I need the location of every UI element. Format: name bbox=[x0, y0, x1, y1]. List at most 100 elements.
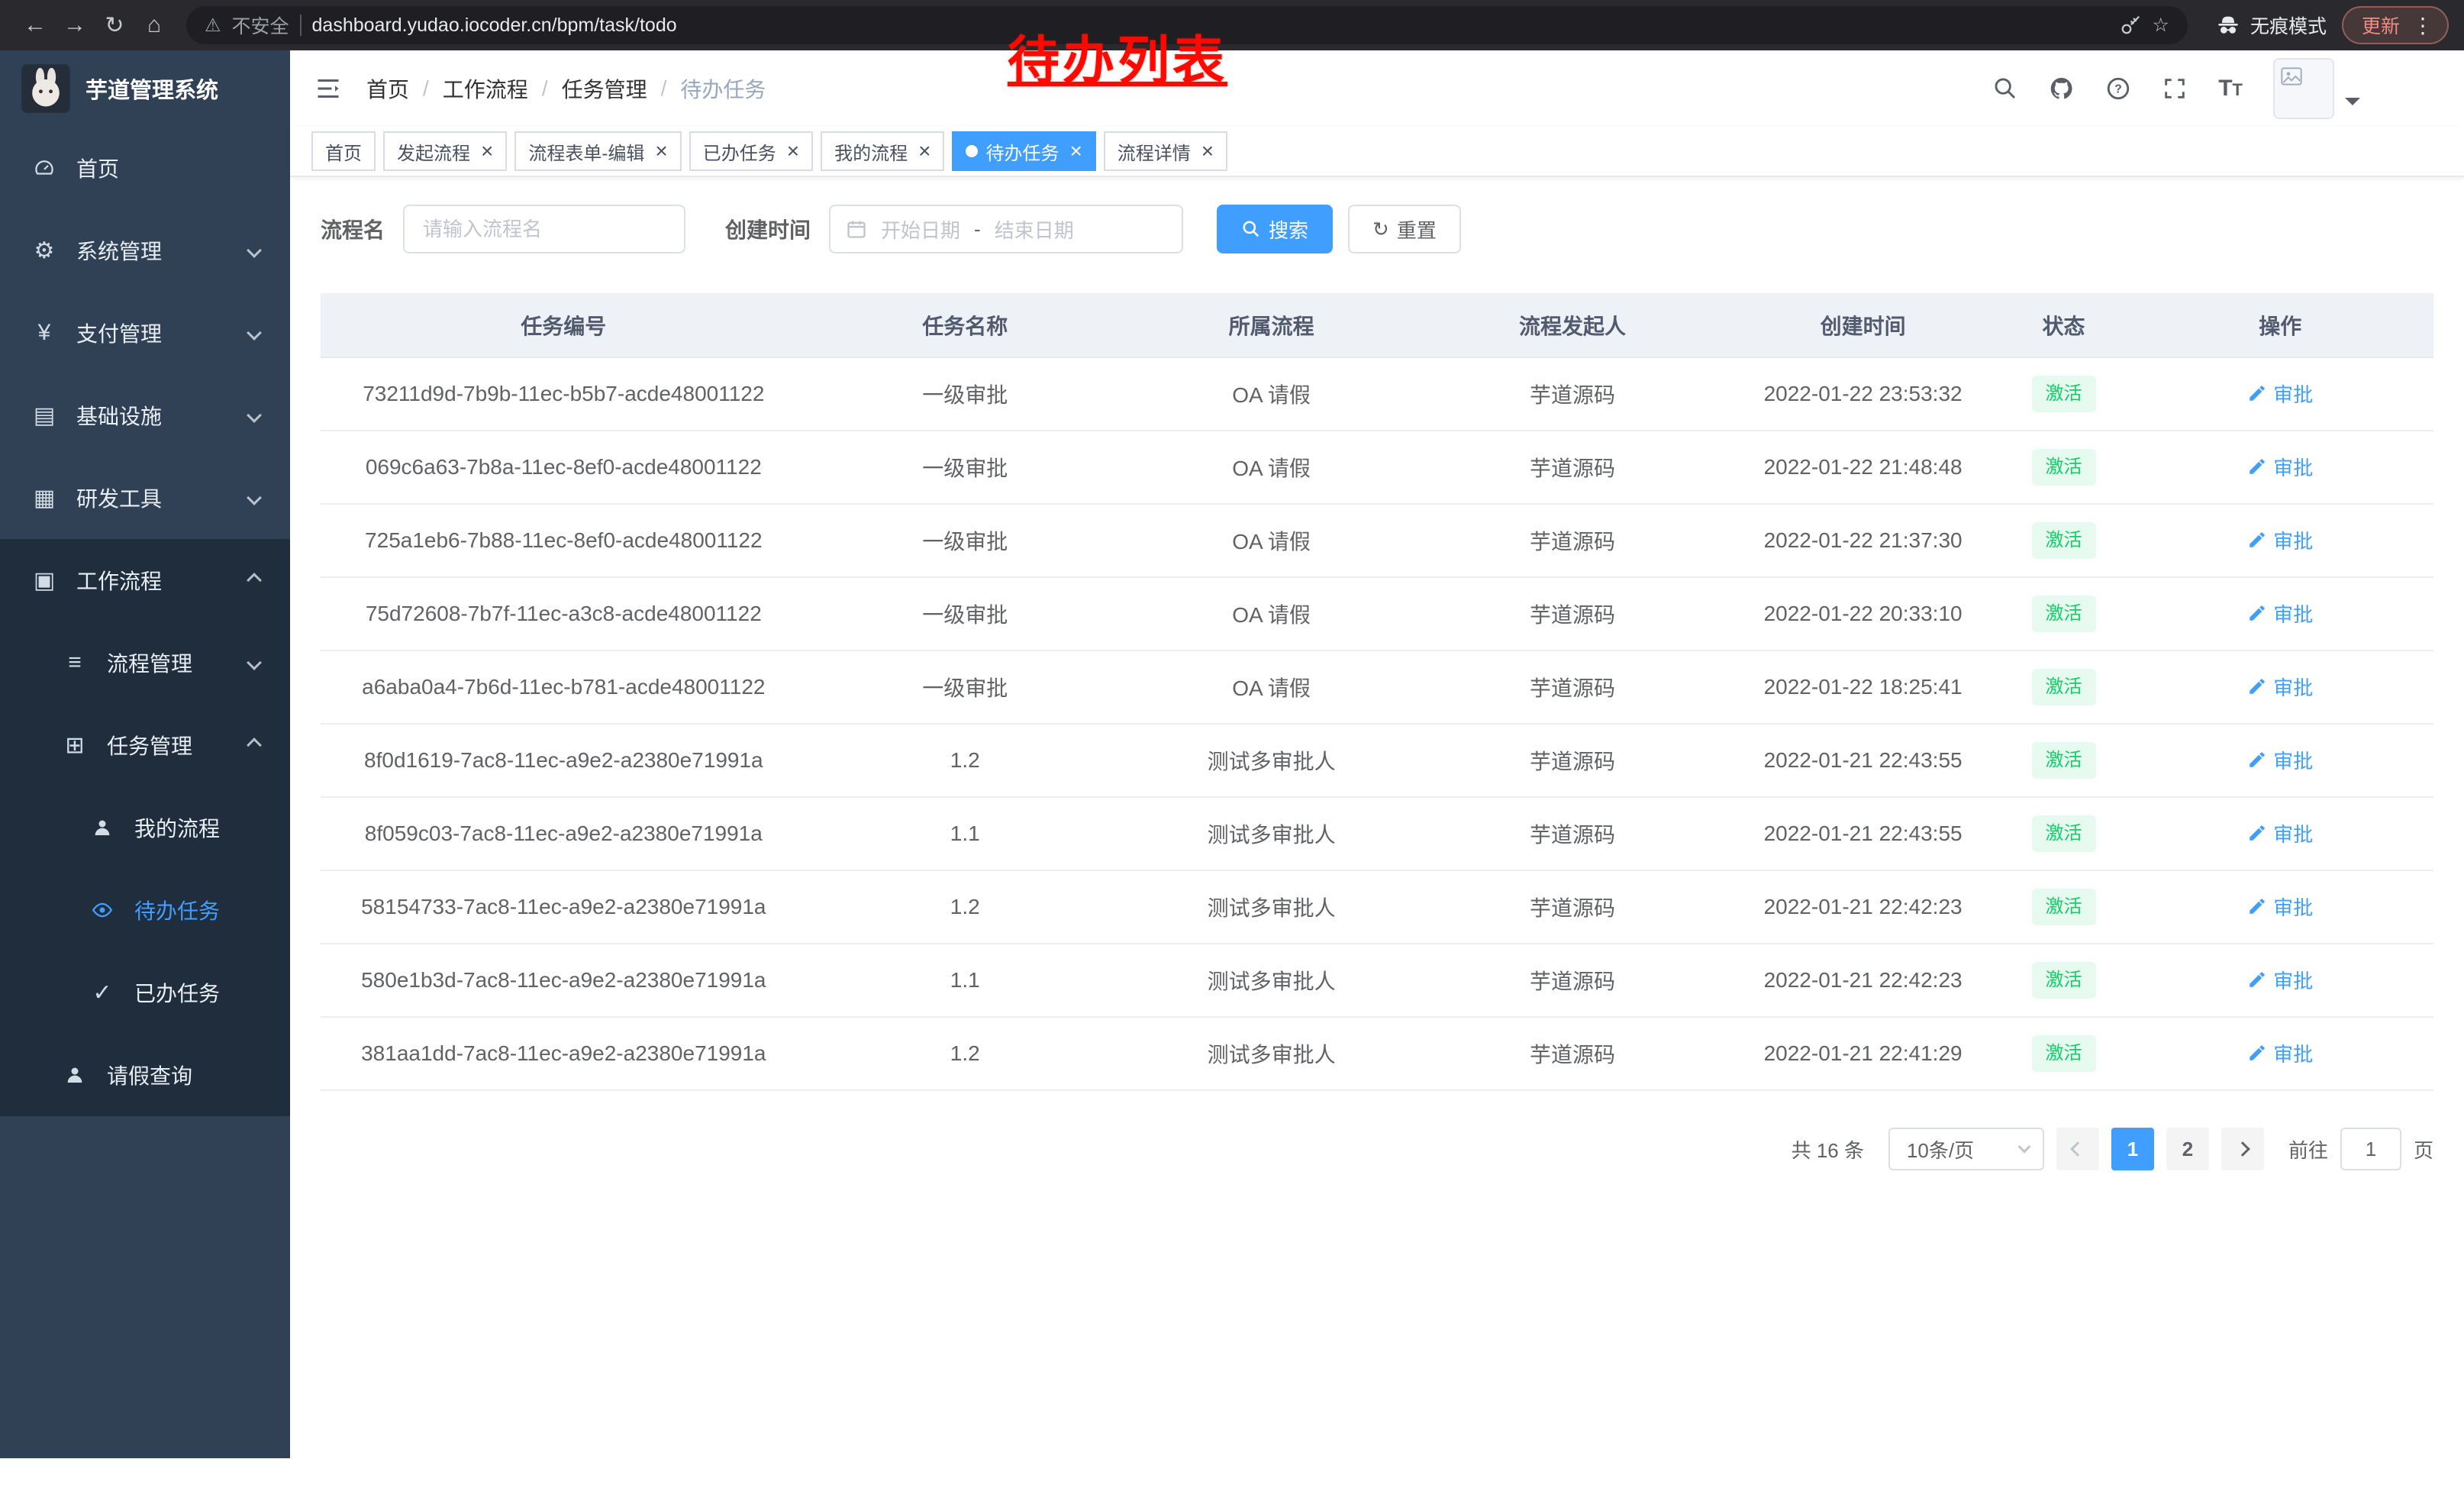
tag-item[interactable]: 发起流程× bbox=[383, 131, 507, 171]
sidebar-item[interactable]: ▦研发工具 bbox=[0, 457, 290, 539]
avatar[interactable] bbox=[2273, 58, 2334, 119]
leave-query-icon bbox=[61, 1064, 89, 1086]
task-table: 任务编号任务名称所属流程流程发起人创建时间状态操作 73211d9d-7b9b-… bbox=[321, 293, 2433, 1091]
search-icon[interactable] bbox=[1992, 76, 2018, 102]
sidebar-item[interactable]: 我的流程 bbox=[0, 786, 290, 869]
approve-button[interactable]: 审批 bbox=[2247, 1039, 2313, 1067]
back-icon[interactable]: ← bbox=[15, 5, 55, 45]
update-button[interactable]: 更新 ⋮ bbox=[2342, 6, 2449, 44]
sidebar-item[interactable]: ▣工作流程 bbox=[0, 539, 290, 621]
approve-button[interactable]: 审批 bbox=[2247, 746, 2313, 774]
cell-status: 激活 bbox=[2001, 577, 2127, 650]
calendar-icon bbox=[846, 218, 867, 240]
star-icon[interactable]: ☆ bbox=[2153, 14, 2169, 37]
page-button-2[interactable]: 2 bbox=[2166, 1128, 2209, 1170]
sidebar-item[interactable]: ⊞任务管理 bbox=[0, 704, 290, 786]
status-badge: 激活 bbox=[2032, 376, 2096, 412]
approve-button[interactable]: 审批 bbox=[2247, 453, 2313, 481]
column-header: 任务名称 bbox=[807, 293, 1124, 357]
cell-initiator: 芋道源码 bbox=[1419, 504, 1725, 577]
cell-status: 激活 bbox=[2001, 1017, 2127, 1090]
sidebar-item[interactable]: 请假查询 bbox=[0, 1034, 290, 1116]
date-range-picker[interactable]: 开始日期 - 结束日期 bbox=[829, 205, 1183, 253]
pencil-icon bbox=[2247, 823, 2267, 843]
cell-initiator: 芋道源码 bbox=[1419, 431, 1725, 504]
sidebar-item[interactable]: 待办任务 bbox=[0, 869, 290, 951]
status-badge: 激活 bbox=[2032, 742, 2096, 779]
sidebar-item-label: 流程管理 bbox=[107, 647, 192, 678]
approve-button[interactable]: 审批 bbox=[2247, 966, 2313, 994]
forward-icon[interactable]: → bbox=[55, 5, 95, 45]
tag-item[interactable]: 流程详情 × bbox=[1104, 131, 1227, 171]
close-icon[interactable]: × bbox=[787, 140, 799, 162]
close-icon[interactable]: × bbox=[1069, 140, 1082, 162]
help-icon[interactable]: ? bbox=[2105, 76, 2131, 102]
key-icon[interactable] bbox=[2119, 14, 2142, 37]
user-avatar[interactable] bbox=[2273, 58, 2360, 119]
column-header: 状态 bbox=[2001, 293, 2127, 357]
approve-button[interactable]: 审批 bbox=[2247, 526, 2313, 554]
reset-button-label: 重置 bbox=[1397, 215, 1437, 244]
chevron-down-icon bbox=[2017, 1141, 2030, 1154]
app-logo-row[interactable]: 芋道管理系统 bbox=[0, 50, 290, 127]
end-date-placeholder[interactable]: 结束日期 bbox=[995, 215, 1074, 244]
cell-task-name: 一级审批 bbox=[807, 357, 1124, 431]
chevron-down-icon bbox=[247, 655, 262, 670]
address-bar[interactable]: ⚠ 不安全 dashboard.yudao.iocoder.cn/bpm/tas… bbox=[186, 6, 2188, 44]
cell-task-name: 1.2 bbox=[807, 870, 1124, 944]
sidebar-item[interactable]: 首页 bbox=[0, 127, 290, 209]
process-name-input[interactable] bbox=[403, 205, 685, 253]
sidebar-item[interactable]: ⚙系统管理 bbox=[0, 209, 290, 292]
page-size-select[interactable]: 10条/页 bbox=[1888, 1128, 2044, 1170]
reset-button[interactable]: ↻ 重置 bbox=[1348, 205, 1461, 253]
close-icon[interactable]: × bbox=[481, 140, 493, 162]
tag-item[interactable]: 我的流程× bbox=[821, 131, 944, 171]
approve-button[interactable]: 审批 bbox=[2247, 673, 2313, 701]
breadcrumb-item[interactable]: 工作流程 bbox=[443, 73, 528, 104]
sidebar-collapse-icon[interactable] bbox=[314, 75, 342, 102]
cell-process-name: OA 请假 bbox=[1124, 577, 1420, 650]
tag-item[interactable]: 流程表单-编辑× bbox=[514, 131, 681, 171]
tag-item[interactable]: 首页 bbox=[311, 131, 376, 171]
approve-button[interactable]: 审批 bbox=[2247, 379, 2313, 408]
breadcrumb-item[interactable]: 首页 bbox=[366, 73, 409, 104]
text-size-icon[interactable]: TT bbox=[2218, 76, 2243, 102]
approve-button[interactable]: 审批 bbox=[2247, 893, 2313, 921]
close-icon[interactable]: × bbox=[918, 140, 930, 162]
github-icon[interactable] bbox=[2049, 76, 2075, 102]
fullscreen-icon[interactable] bbox=[2162, 76, 2188, 102]
sidebar-item[interactable]: ▤基础设施 bbox=[0, 374, 290, 457]
page-button-1[interactable]: 1 bbox=[2111, 1128, 2154, 1170]
table-header-row: 任务编号任务名称所属流程流程发起人创建时间状态操作 bbox=[321, 293, 2433, 357]
close-icon[interactable]: × bbox=[1201, 140, 1214, 162]
home-icon[interactable]: ⌂ bbox=[134, 5, 174, 45]
prev-page-button[interactable] bbox=[2056, 1128, 2099, 1170]
more-icon[interactable]: ⋮ bbox=[2412, 13, 2433, 38]
sidebar-item[interactable]: ¥支付管理 bbox=[0, 292, 290, 374]
approve-button[interactable]: 审批 bbox=[2247, 819, 2313, 847]
breadcrumb: 首页/工作流程/任务管理/待办任务 bbox=[366, 73, 766, 104]
approve-button[interactable]: 审批 bbox=[2247, 599, 2313, 628]
gear-icon: ⚙ bbox=[31, 237, 58, 264]
cell-initiator: 芋道源码 bbox=[1419, 357, 1725, 431]
approve-label: 审批 bbox=[2273, 526, 2313, 554]
goto-page-input[interactable] bbox=[2340, 1128, 2401, 1170]
close-icon[interactable]: × bbox=[655, 140, 667, 162]
cell-task-id: 069c6a63-7b8a-11ec-8ef0-acde48001122 bbox=[321, 431, 807, 504]
tag-label: 已办任务 bbox=[703, 138, 776, 165]
reload-icon[interactable]: ↻ bbox=[95, 5, 134, 45]
tag-item[interactable]: 已办任务 × bbox=[689, 131, 813, 171]
sidebar-item[interactable]: ≡流程管理 bbox=[0, 621, 290, 704]
breadcrumb-item[interactable]: 任务管理 bbox=[562, 73, 647, 104]
sidebar-item-label: 待办任务 bbox=[134, 895, 220, 925]
search-button[interactable]: 搜索 bbox=[1217, 205, 1333, 253]
chevron-down-icon bbox=[247, 490, 262, 505]
sidebar-item[interactable]: ✓已办任务 bbox=[0, 951, 290, 1034]
main-area: 首页/工作流程/任务管理/待办任务 ? TT bbox=[290, 50, 2464, 1501]
next-page-button[interactable] bbox=[2221, 1128, 2264, 1170]
cell-status: 激活 bbox=[2001, 504, 2127, 577]
tag-label: 流程详情 bbox=[1118, 138, 1191, 165]
start-date-placeholder[interactable]: 开始日期 bbox=[881, 215, 960, 244]
tag-item[interactable]: 待办任务× bbox=[952, 131, 1095, 171]
table-row: 8f0d1619-7ac8-11ec-a9e2-a2380e71991a1.2测… bbox=[321, 724, 2433, 797]
